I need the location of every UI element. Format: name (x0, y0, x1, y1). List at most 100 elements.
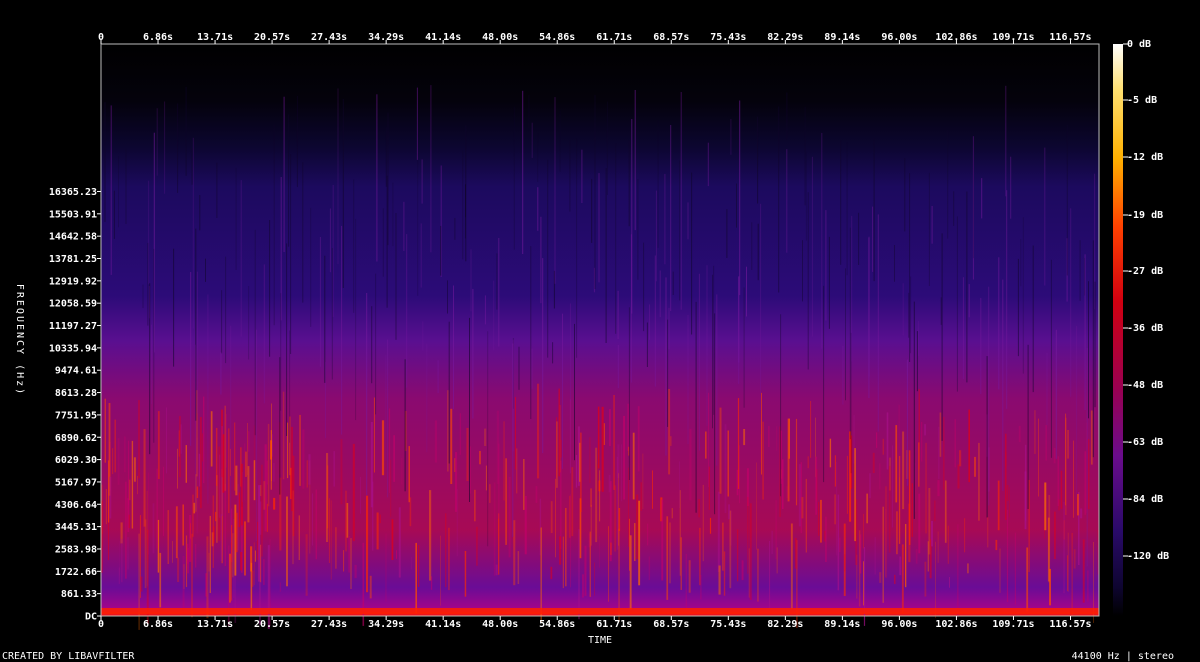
spectral-streak (459, 413, 461, 455)
spectral-streak (206, 536, 209, 619)
time-tick-label-top: 82.29s (767, 32, 803, 43)
spectral-streak (858, 212, 860, 265)
freq-tick-label: 7751.95 (55, 410, 97, 421)
spectral-streak (928, 172, 930, 286)
spectral-streak (954, 419, 956, 468)
spectral-streak (159, 552, 162, 608)
spectral-streak (801, 497, 804, 519)
spectral-streak (775, 500, 777, 560)
spectral-streak (729, 510, 732, 589)
spectral-streak (818, 501, 820, 536)
spectral-streak (894, 574, 896, 584)
spectral-streak (899, 556, 902, 576)
spectral-streak (1057, 456, 1059, 506)
spectral-streak (205, 258, 206, 282)
spectral-streak (995, 539, 998, 551)
time-tick-label-bottom: 96.00s (881, 619, 917, 630)
colorbar-ticks: 0 dB -5 dB -12 dB -19 dB -27 dB -36 dB -48 dB -… (1123, 39, 1169, 562)
x-axis-label: TIME (588, 635, 612, 646)
spectral-streak (125, 481, 127, 579)
spectral-streak (350, 538, 352, 589)
time-tick-label-top: 13.71s (197, 32, 233, 43)
spectral-streak (398, 507, 401, 578)
spectral-streak (834, 494, 836, 525)
spectral-streak (1071, 532, 1073, 616)
dc-band (101, 608, 1099, 614)
spectral-streak (302, 429, 305, 489)
spectral-streak (299, 414, 301, 486)
spectral-streak (340, 439, 343, 505)
spectral-streak (552, 342, 554, 364)
spectral-streak (1006, 509, 1009, 602)
spectral-streak (530, 246, 532, 419)
spectral-streak (456, 489, 458, 557)
spectral-streak (712, 274, 713, 429)
time-tick-label-bottom: 61.71s (596, 619, 632, 630)
spectral-streak (411, 557, 412, 570)
spectral-streak (778, 106, 780, 293)
spectral-streak (882, 438, 884, 455)
spectral-streak (286, 496, 288, 587)
spectral-streak (464, 551, 467, 597)
spectral-streak (156, 468, 158, 549)
spectral-streak (717, 491, 720, 572)
spectral-streak (505, 458, 507, 545)
time-tick-label-bottom: 34.29s (368, 619, 404, 630)
spectral-streak (373, 397, 375, 473)
spectral-streak (326, 453, 329, 542)
spectral-streak (531, 348, 533, 389)
spectral-streak (664, 173, 666, 265)
spectral-streak (713, 265, 715, 415)
spectral-streak (124, 436, 126, 473)
time-tick-label-top: 89.14s (824, 32, 860, 43)
spectral-streak (825, 210, 827, 321)
spectral-streak (910, 276, 912, 354)
spectral-streak (879, 572, 882, 583)
time-tick-label-bottom: 54.86s (539, 619, 575, 630)
spectral-streak (1014, 532, 1016, 605)
spectral-streak (180, 424, 182, 454)
spectral-streak (918, 442, 920, 487)
spectral-streak (590, 488, 592, 507)
spectral-streak (1009, 487, 1010, 518)
spectral-streak (623, 415, 625, 500)
spectral-streak (560, 460, 562, 549)
spectral-streak (335, 527, 337, 569)
spectral-streak (222, 434, 225, 493)
spectral-streak (153, 248, 155, 443)
spectral-streak (560, 439, 562, 458)
time-tick-label-bottom: 109.71s (992, 619, 1034, 630)
spectral-streak (1084, 254, 1086, 410)
freq-tick-label: 11197.27 (49, 321, 97, 332)
spectral-streak (771, 530, 773, 555)
spectral-streak (1092, 240, 1094, 458)
spectral-streak (1063, 520, 1065, 540)
spectral-streak (104, 398, 106, 463)
spectral-streak (220, 352, 222, 395)
spectral-streak (531, 122, 533, 158)
spectral-streak (595, 447, 598, 543)
spectral-streak (949, 577, 950, 588)
spectral-streak (628, 140, 630, 227)
spectral-streak (657, 120, 659, 248)
spectral-streak (597, 406, 600, 469)
spectral-streak (591, 178, 593, 243)
spectral-streak (927, 541, 929, 572)
spectral-streak (980, 297, 982, 395)
spectral-streak (554, 97, 556, 284)
spectral-streak (804, 106, 806, 206)
freq-tick-label: 861.33 (61, 589, 97, 600)
spectral-streak (751, 222, 753, 270)
spectral-streak (209, 515, 211, 593)
db-tick-label: -120 dB (1127, 551, 1169, 562)
spectral-streak (601, 406, 604, 492)
spectral-streak (469, 317, 470, 502)
spectral-streak (330, 500, 332, 580)
spectral-streak (807, 192, 809, 370)
spectral-streak (718, 565, 721, 595)
spectral-streak (261, 464, 263, 557)
spectral-streak (1087, 570, 1089, 602)
spectral-streak (805, 151, 807, 241)
spectral-streak (207, 294, 209, 504)
spectral-streak (352, 443, 355, 542)
